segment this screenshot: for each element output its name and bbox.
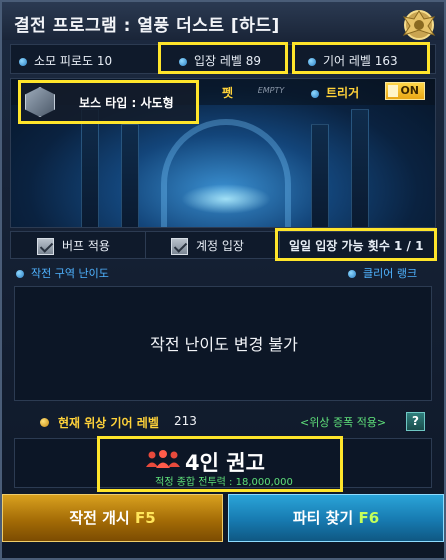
info-dot-icon (16, 270, 24, 278)
account-entry-label: 계정 입장 (196, 239, 244, 253)
highlight-party (97, 436, 343, 492)
current-gear-row: 현재 위상 기어 레벨 213 <위상 증폭 적용> ? (10, 409, 436, 435)
current-gear-label: 현재 위상 기어 레벨 (58, 416, 159, 430)
info-dot-icon (311, 89, 319, 98)
clear-rank-link[interactable]: 클리어 랭크 (348, 265, 417, 281)
checkbox-icon[interactable] (37, 238, 54, 255)
scene-pillar (311, 124, 329, 227)
fatigue-cost: 소모 피로도 10 (19, 52, 112, 69)
start-mission-hotkey: F5 (134, 509, 156, 527)
clear-rank-text: 클리어 랭크 (363, 267, 418, 280)
pet-slot[interactable]: EMPTY (253, 81, 289, 101)
gear-coin-icon (40, 418, 49, 427)
highlight-daily-entry (275, 228, 437, 261)
scene-glow (181, 184, 271, 214)
scene-pillar (121, 124, 139, 227)
trigger-toggle[interactable]: ON (385, 82, 425, 100)
pet-label: 펫 (222, 86, 234, 100)
start-mission-button[interactable]: 작전 개시 F5 (2, 494, 223, 542)
trigger-text: 트리거 (326, 86, 360, 100)
fatigue-text: 소모 피로도 10 (34, 54, 113, 68)
window-title: 결전 프로그램 : 열풍 더스트 [하드] (14, 16, 280, 36)
find-party-button[interactable]: 파티 찾기 F6 (228, 494, 444, 542)
account-entry-option[interactable]: 계정 입장 (171, 237, 244, 255)
highlight-boss-type (18, 80, 199, 124)
buff-option[interactable]: 버프 적용 (37, 237, 110, 255)
highlight-gear-level (292, 42, 430, 74)
phase-amplify-link[interactable]: <위상 증폭 적용> (300, 414, 386, 430)
rank-emblem-icon (402, 10, 436, 40)
trigger-label: 트리거 (311, 84, 359, 101)
start-mission-label: 작전 개시 (69, 509, 130, 527)
info-dot-icon (348, 270, 356, 278)
find-party-label: 파티 찾기 (292, 509, 354, 527)
checkbox-icon[interactable] (171, 238, 188, 255)
help-button[interactable]: ? (406, 412, 425, 431)
info-dot-icon (19, 57, 27, 66)
scene-pillar (81, 109, 99, 227)
find-party-hotkey: F6 (358, 509, 380, 527)
difficulty-panel: 작전 난이도 변경 불가 (14, 286, 432, 401)
difficulty-message: 작전 난이도 변경 불가 (150, 335, 298, 354)
buff-option-label: 버프 적용 (62, 239, 110, 253)
divider (145, 232, 146, 258)
difficulty-section-text: 작전 구역 난이도 (31, 267, 109, 280)
highlight-entry-level (158, 42, 288, 74)
scene-pillar (351, 109, 369, 227)
title-bar: 결전 프로그램 : 열풍 더스트 [하드] (2, 2, 444, 40)
current-gear-value: 213 (174, 414, 197, 428)
difficulty-section-label: 작전 구역 난이도 (16, 265, 109, 281)
